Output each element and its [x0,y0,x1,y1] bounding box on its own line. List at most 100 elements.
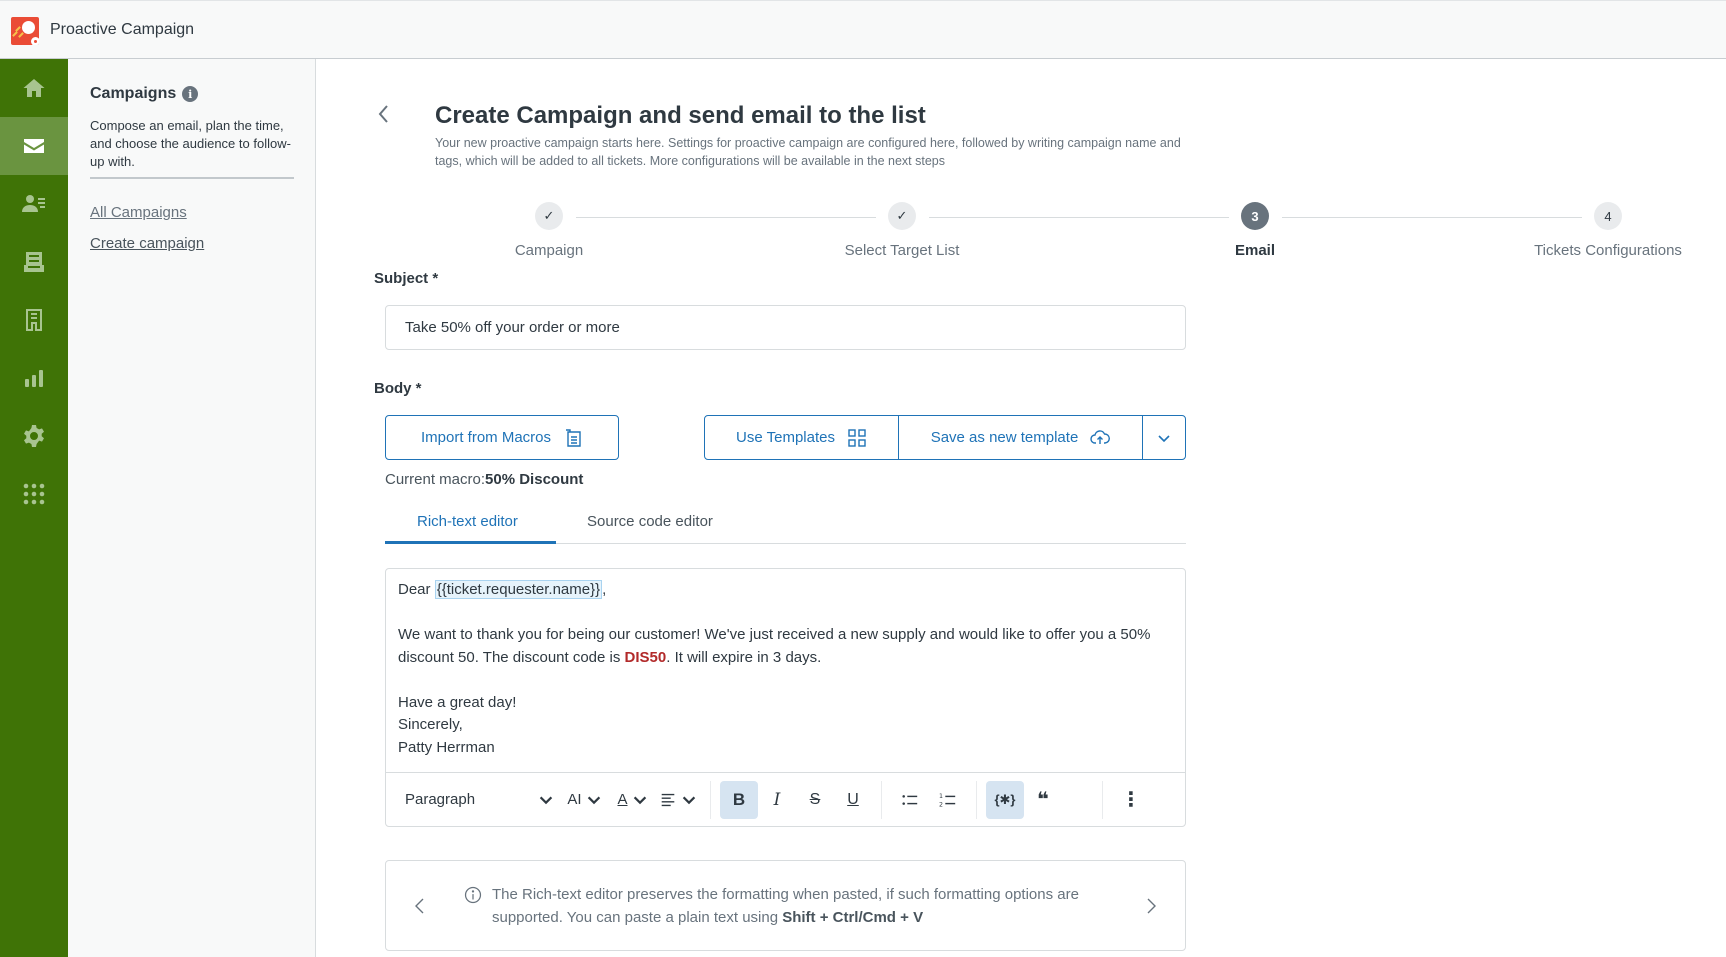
chevron-down-icon [587,796,600,804]
step-label: Tickets Configurations [1534,242,1682,259]
tab-source-code-editor[interactable]: Source code editor [587,513,713,544]
save-as-new-template-button[interactable]: Save as new template [898,416,1142,459]
numbered-list-button[interactable]: 12 [929,781,967,819]
tip-text: The Rich-text editor preserves the forma… [492,886,1079,926]
align-left-icon [661,793,674,806]
editor-content[interactable]: Dear {{ticket.requester.name}}, We want … [398,579,1173,759]
macro-document-icon [566,428,581,447]
app-title: Proactive Campaign [50,21,195,38]
more-options-button[interactable]: ⋮ [1112,781,1150,819]
paste-shortcut: Shift + Ctrl/Cmd + V [782,909,924,926]
toolbar-divider [710,780,711,819]
bar-chart-icon [25,370,43,387]
chevron-right-icon [1147,898,1156,914]
template-button-group: Use Templates Save as new template [704,415,1186,460]
app-logo-icon [11,17,39,45]
use-templates-button[interactable]: Use Templates [705,416,898,459]
current-macro-name: 50% Discount [485,471,584,488]
next-tip-button[interactable] [1141,891,1161,921]
template-options-dropdown[interactable] [1142,416,1185,459]
svg-text:2: 2 [939,801,943,808]
strikethrough-button[interactable]: S [796,781,834,819]
svg-text:1: 1 [939,793,943,800]
import-from-macros-button[interactable]: Import from Macros [385,415,619,460]
closing-line: Have a great day! [398,693,517,711]
chevron-left-icon [378,105,388,123]
chevron-down-icon [1158,434,1170,442]
bullet-list-icon [902,794,918,805]
subject-label: Subject * [374,270,439,287]
info-icon[interactable]: i [182,86,199,102]
rail-item-home[interactable] [0,59,68,117]
italic-button[interactable]: I [758,781,796,819]
info-circle-icon [464,886,482,904]
subnav-divider [90,177,294,179]
step-number: 4 [1594,202,1622,230]
editor-tip-carousel: The Rich-text editor preserves the forma… [385,860,1186,951]
requester-name-placeholder[interactable]: {{ticket.requester.name}} [434,580,603,599]
step-label: Campaign [514,242,584,259]
step-select-target-list[interactable]: ✓ Select Target List [802,202,1002,259]
chevron-left-icon [415,898,424,914]
page-subtitle: Your new proactive campaign starts here.… [435,136,1181,168]
check-icon: ✓ [535,202,563,230]
gear-icon [24,425,44,447]
editor-tabs: Rich-text editor Source code editor [385,505,1186,544]
chevron-down-icon [633,796,646,804]
body-label: Body * [374,380,422,397]
underline-button[interactable]: U [834,781,872,819]
chevron-down-icon [682,796,695,804]
alignment-select[interactable] [655,781,701,819]
bullet-list-button[interactable] [891,781,929,819]
active-tab-indicator [385,541,556,544]
receipt-icon [26,309,42,331]
progress-stepper: ✓ Campaign ✓ Select Target List 3 Email … [0,202,1726,262]
subnav-description: Compose an email, plan the time, and cho… [90,118,291,169]
toolbar-divider [1102,780,1103,819]
editor-toolbar: Paragraph AI A B I S U 12 {✱} ❝ ⋮ [386,772,1185,826]
chevron-down-icon [539,796,553,804]
mail-icon [24,139,44,153]
numbered-list-icon: 12 [939,793,956,808]
toolbar-divider [976,780,977,819]
font-color-icon: A [617,791,628,808]
grid-icon [848,428,866,447]
font-size-icon: AI [567,791,582,808]
check-icon: ✓ [888,202,916,230]
back-button[interactable] [374,101,394,127]
current-macro: Current macro:50% Discount [385,471,584,488]
insert-placeholder-button[interactable]: {✱} [986,780,1024,819]
bold-button[interactable]: B [720,780,758,819]
rail-item-campaigns[interactable] [0,117,68,175]
step-tickets-configurations: 4 Tickets Configurations [1508,202,1708,259]
font-size-select[interactable]: AI [559,781,611,819]
rail-item-reports[interactable] [0,349,68,407]
step-campaign[interactable]: ✓ Campaign [449,202,649,259]
previous-tip-button[interactable] [410,891,430,921]
tab-rich-text-editor[interactable]: Rich-text editor [417,513,518,544]
rail-item-apps[interactable] [0,465,68,523]
signature: Patty Herrman [398,738,495,756]
subject-input[interactable] [385,305,1186,350]
rail-item-settings[interactable] [0,407,68,465]
step-label: Email [1234,242,1276,259]
main-nav-rail [0,59,68,957]
home-icon [23,79,45,97]
campaigns-subnav: Campaigns i Compose an email, plan the t… [68,59,316,957]
closing-line: Sincerely, [398,716,463,733]
rich-text-editor[interactable]: Dear {{ticket.requester.name}}, We want … [385,568,1186,827]
blockquote-button[interactable]: ❝ [1024,781,1062,819]
toolbar-divider [881,780,882,819]
block-format-select[interactable]: Paragraph [405,781,555,819]
subnav-title: Campaigns i [90,85,199,103]
font-color-select[interactable]: A [611,781,655,819]
step-number: 3 [1241,202,1269,230]
rail-item-templates[interactable] [0,291,68,349]
discount-code: DIS50 [624,648,667,666]
step-label: Select Target List [844,242,960,259]
app-header: Proactive Campaign [0,0,1726,59]
apps-grid-icon [23,483,45,505]
cloud-upload-icon [1090,429,1111,444]
page-title: Create Campaign and send email to the li… [435,102,926,129]
step-email: 3 Email [1155,202,1355,259]
